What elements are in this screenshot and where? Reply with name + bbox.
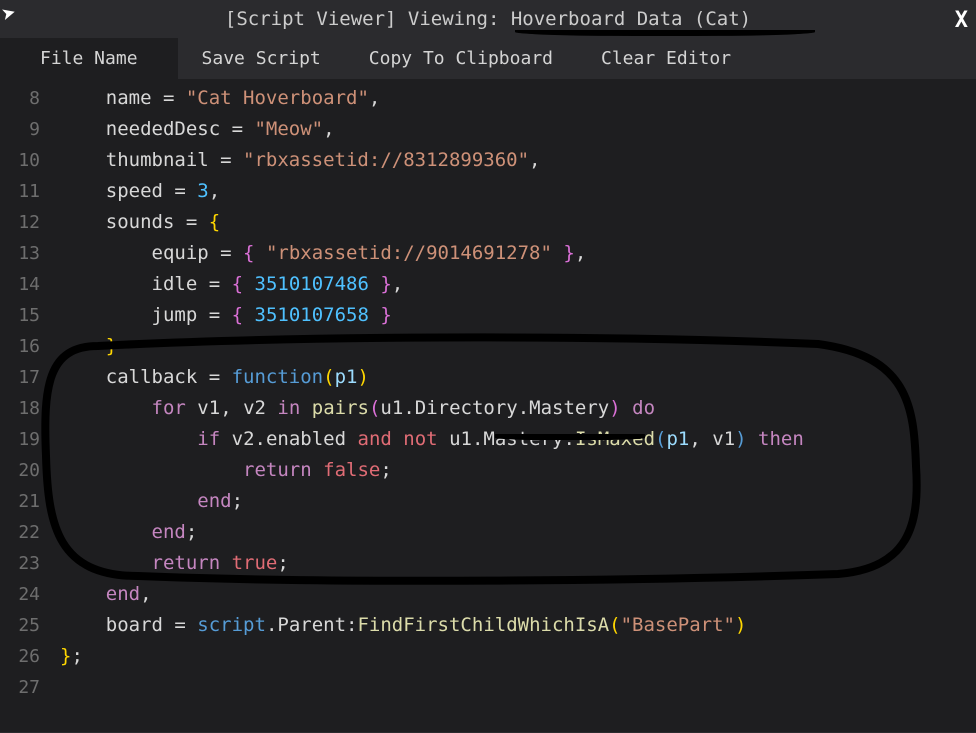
close-button[interactable]: X bbox=[955, 8, 968, 33]
code-line: end; bbox=[50, 517, 976, 548]
title-bar: [Script Viewer] Viewing: Hoverboard Data… bbox=[0, 0, 976, 38]
line-number: 17 bbox=[0, 362, 50, 393]
code-line: return false; bbox=[50, 455, 976, 486]
line-number: 18 bbox=[0, 393, 50, 424]
line-number: 19 bbox=[0, 424, 50, 455]
line-number: 14 bbox=[0, 269, 50, 300]
line-number: 16 bbox=[0, 331, 50, 362]
menu-clear-editor[interactable]: Clear Editor bbox=[577, 38, 755, 79]
code-line: board = script.Parent:FindFirstChildWhic… bbox=[50, 610, 976, 641]
line-number: 26 bbox=[0, 641, 50, 672]
line-number: 20 bbox=[0, 455, 50, 486]
code-line: jump = { 3510107658 } bbox=[50, 300, 976, 331]
line-number: 10 bbox=[0, 145, 50, 176]
code-line: neededDesc = "Meow", bbox=[50, 114, 976, 145]
code-line: idle = { 3510107486 }, bbox=[50, 269, 976, 300]
menu-save-script[interactable]: Save Script bbox=[178, 38, 345, 79]
code-line: for v1, v2 in pairs(u1.Directory.Mastery… bbox=[50, 393, 976, 424]
line-number: 9 bbox=[0, 114, 50, 145]
code-line: speed = 3, bbox=[50, 176, 976, 207]
line-number: 11 bbox=[0, 176, 50, 207]
line-number-gutter: 8 9 10 11 12 13 14 15 16 17 18 19 20 21 … bbox=[0, 79, 50, 732]
code-line: if v2.enabled and not u1.Mastery.IsMaxed… bbox=[50, 424, 976, 455]
line-number: 24 bbox=[0, 579, 50, 610]
line-number: 12 bbox=[0, 207, 50, 238]
line-number: 13 bbox=[0, 238, 50, 269]
line-number: 21 bbox=[0, 486, 50, 517]
line-number: 8 bbox=[0, 83, 50, 114]
code-line: } bbox=[50, 331, 976, 362]
code-line: return true; bbox=[50, 548, 976, 579]
line-number: 23 bbox=[0, 548, 50, 579]
code-line bbox=[50, 672, 976, 703]
line-number: 15 bbox=[0, 300, 50, 331]
editor-container: 8 9 10 11 12 13 14 15 16 17 18 19 20 21 … bbox=[0, 79, 976, 732]
code-area[interactable]: name = "Cat Hoverboard", neededDesc = "M… bbox=[50, 79, 976, 732]
code-line: callback = function(p1) bbox=[50, 362, 976, 393]
window-title: [Script Viewer] Viewing: Hoverboard Data… bbox=[225, 8, 751, 30]
code-line: thumbnail = "rbxassetid://8312899360", bbox=[50, 145, 976, 176]
code-line: end; bbox=[50, 486, 976, 517]
line-number: 25 bbox=[0, 610, 50, 641]
code-line: }; bbox=[50, 641, 976, 672]
code-line: end, bbox=[50, 579, 976, 610]
code-line: sounds = { bbox=[50, 207, 976, 238]
code-line: equip = { "rbxassetid://9014691278" }, bbox=[50, 238, 976, 269]
line-number: 22 bbox=[0, 517, 50, 548]
menu-bar: File Name Save Script Copy To Clipboard … bbox=[0, 38, 976, 79]
code-line: name = "Cat Hoverboard", bbox=[50, 83, 976, 114]
menu-copy-clipboard[interactable]: Copy To Clipboard bbox=[345, 38, 577, 79]
line-number: 27 bbox=[0, 672, 50, 703]
menu-file-name[interactable]: File Name bbox=[0, 38, 178, 79]
